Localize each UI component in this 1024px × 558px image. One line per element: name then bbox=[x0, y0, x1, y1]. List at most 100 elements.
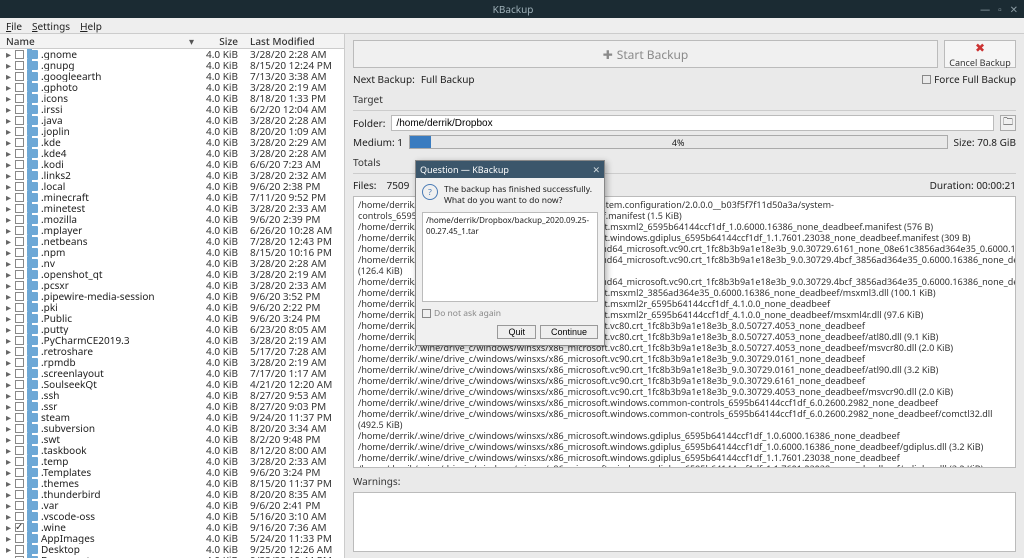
row-name: .mozilla bbox=[41, 214, 194, 225]
close-icon[interactable]: ✕ bbox=[1010, 2, 1018, 16]
col-size[interactable]: Size bbox=[194, 34, 244, 48]
question-icon: ? bbox=[422, 184, 438, 200]
row-name: .joplin bbox=[41, 126, 194, 137]
folder-input[interactable] bbox=[391, 115, 994, 131]
folder-icon bbox=[27, 303, 38, 312]
dialog-title: Question — KBackup bbox=[420, 163, 509, 176]
folder-icon bbox=[27, 314, 38, 323]
row-checkbox[interactable] bbox=[15, 358, 24, 367]
row-name: .Templates bbox=[41, 467, 194, 478]
row-checkbox[interactable] bbox=[15, 424, 24, 433]
menu-file[interactable]: File bbox=[6, 19, 22, 33]
row-checkbox[interactable] bbox=[15, 259, 24, 268]
row-name: .wine bbox=[41, 522, 194, 533]
row-name: .vscode-oss bbox=[41, 511, 194, 522]
warnings-label: Warnings: bbox=[353, 474, 1016, 488]
row-checkbox[interactable] bbox=[15, 446, 24, 455]
row-checkbox[interactable] bbox=[15, 94, 24, 103]
log-line: /home/derrik/.wine/drive_c/windows/winsx… bbox=[358, 408, 1011, 430]
row-checkbox[interactable] bbox=[15, 204, 24, 213]
menubar: File Settings Help bbox=[0, 18, 1024, 34]
row-checkbox[interactable] bbox=[15, 292, 24, 301]
row-checkbox[interactable] bbox=[15, 127, 24, 136]
row-checkbox[interactable] bbox=[15, 435, 24, 444]
warnings-output bbox=[353, 492, 1016, 552]
folder-icon bbox=[27, 237, 38, 246]
folder-icon bbox=[27, 248, 38, 257]
col-name[interactable]: Name bbox=[0, 34, 189, 48]
row-checkbox[interactable] bbox=[15, 237, 24, 246]
cancel-backup-button[interactable]: ✖ Cancel Backup bbox=[944, 40, 1016, 68]
duration-value: 00:00:21 bbox=[976, 178, 1016, 192]
row-checkbox[interactable] bbox=[15, 72, 24, 81]
folder-icon bbox=[27, 149, 38, 158]
tree-body[interactable]: ▸.gnome4.0 KiB3/28/20 2:28 AM▸.gnupg4.0 … bbox=[0, 49, 344, 558]
row-name: .gphoto bbox=[41, 82, 194, 93]
row-checkbox[interactable] bbox=[15, 479, 24, 488]
row-checkbox[interactable] bbox=[15, 270, 24, 279]
dialog-path-box[interactable]: /home/derrik/Dropbox/backup_2020.09.25-0… bbox=[422, 212, 598, 302]
row-checkbox[interactable] bbox=[15, 105, 24, 114]
row-checkbox[interactable] bbox=[15, 281, 24, 290]
row-checkbox[interactable] bbox=[15, 149, 24, 158]
folder-icon bbox=[27, 468, 38, 477]
row-checkbox[interactable] bbox=[15, 534, 24, 543]
row-checkbox[interactable] bbox=[15, 369, 24, 378]
folder-icon bbox=[27, 424, 38, 433]
row-checkbox[interactable] bbox=[15, 402, 24, 411]
row-checkbox[interactable] bbox=[15, 248, 24, 257]
row-checkbox[interactable] bbox=[15, 336, 24, 345]
row-checkbox[interactable] bbox=[15, 457, 24, 466]
folder-icon bbox=[27, 83, 38, 92]
folder-icon bbox=[27, 391, 38, 400]
continue-button[interactable]: Continue bbox=[540, 325, 598, 339]
row-checkbox[interactable] bbox=[15, 50, 24, 59]
row-checkbox[interactable] bbox=[15, 314, 24, 323]
question-dialog: Question — KBackup ✕ ? The backup has fi… bbox=[415, 160, 605, 346]
row-checkbox[interactable] bbox=[15, 171, 24, 180]
folder-icon bbox=[27, 413, 38, 422]
max-icon[interactable]: ▫ bbox=[998, 2, 1002, 16]
row-checkbox[interactable] bbox=[15, 325, 24, 334]
row-checkbox[interactable] bbox=[15, 490, 24, 499]
row-checkbox[interactable] bbox=[15, 116, 24, 125]
row-checkbox[interactable] bbox=[15, 193, 24, 202]
row-checkbox[interactable] bbox=[15, 347, 24, 356]
row-checkbox[interactable] bbox=[15, 391, 24, 400]
row-checkbox[interactable] bbox=[15, 380, 24, 389]
row-name: .minetest bbox=[41, 203, 194, 214]
dialog-noask-checkbox[interactable] bbox=[422, 309, 431, 318]
menu-help[interactable]: Help bbox=[80, 19, 102, 33]
folder-icon bbox=[27, 534, 38, 543]
row-checkbox[interactable] bbox=[15, 226, 24, 235]
row-name: .openshot_qt bbox=[41, 269, 194, 280]
row-checkbox[interactable] bbox=[15, 160, 24, 169]
force-full-checkbox[interactable] bbox=[922, 75, 931, 84]
row-checkbox[interactable] bbox=[15, 413, 24, 422]
row-checkbox[interactable] bbox=[15, 523, 24, 532]
row-checkbox[interactable] bbox=[15, 545, 24, 554]
row-checkbox[interactable] bbox=[15, 303, 24, 312]
quit-button[interactable]: Quit bbox=[497, 325, 536, 339]
row-checkbox[interactable] bbox=[15, 61, 24, 70]
row-checkbox[interactable] bbox=[15, 138, 24, 147]
row-checkbox[interactable] bbox=[15, 215, 24, 224]
dialog-close-icon[interactable]: ✕ bbox=[592, 163, 600, 176]
row-name: .mplayer bbox=[41, 225, 194, 236]
row-checkbox[interactable] bbox=[15, 501, 24, 510]
menu-settings[interactable]: Settings bbox=[32, 19, 70, 33]
col-modified[interactable]: Last Modified bbox=[244, 34, 344, 48]
folder-icon bbox=[27, 512, 38, 521]
folder-browse-button[interactable]: 🗀 bbox=[1000, 115, 1016, 131]
folder-icon bbox=[27, 380, 38, 389]
row-checkbox[interactable] bbox=[15, 182, 24, 191]
min-icon[interactable]: — bbox=[980, 2, 990, 16]
window-title: KBackup bbox=[46, 2, 980, 16]
row-name: .local bbox=[41, 181, 194, 192]
dialog-titlebar[interactable]: Question — KBackup ✕ bbox=[416, 161, 604, 178]
row-checkbox[interactable] bbox=[15, 83, 24, 92]
dialog-message-2: What do you want to do now? bbox=[444, 195, 592, 206]
row-name: .var bbox=[41, 500, 194, 511]
row-checkbox[interactable] bbox=[15, 468, 24, 477]
folder-icon bbox=[27, 61, 38, 70]
